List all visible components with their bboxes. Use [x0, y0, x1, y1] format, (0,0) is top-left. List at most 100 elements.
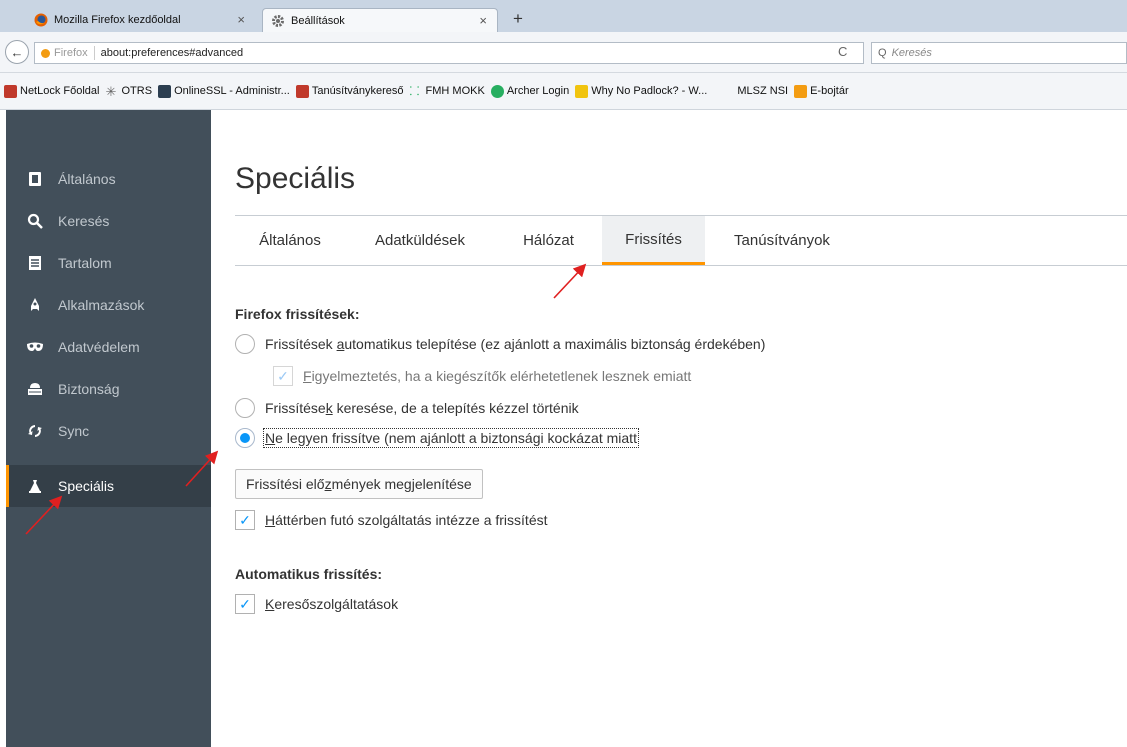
- bookmark-onlinessl[interactable]: OnlineSSL - Administr...: [158, 84, 290, 98]
- search-placeholder: Keresés: [891, 47, 932, 59]
- bookmark-netlock[interactable]: NetLock Főoldal: [4, 84, 100, 98]
- auto-update-heading: Automatikus frissítés:: [235, 566, 383, 582]
- bookmark-e-bojtar[interactable]: E-bojtár: [794, 84, 849, 98]
- advanced-subtabs: Általános Adatküldések Hálózat Frissítés…: [235, 215, 1127, 266]
- bookmark-label: E-bojtár: [810, 85, 849, 97]
- advanced-icon: [26, 477, 44, 495]
- checkbox-label: Háttérben futó szolgáltatás intézze a fr…: [265, 512, 548, 528]
- sidebar-item-sync[interactable]: Sync: [6, 410, 211, 452]
- bookmark-label: Tanúsítványkereső: [311, 85, 404, 97]
- sidebar-item-security[interactable]: Biztonság: [6, 368, 211, 410]
- radio-button[interactable]: [235, 398, 255, 418]
- bookmarks-toolbar: NetLock Főoldal ✳ OTRS OnlineSSL - Admin…: [0, 73, 1127, 110]
- security-icon: [26, 380, 44, 398]
- close-tab-icon[interactable]: ×: [479, 13, 487, 28]
- sidebar-item-label: Tartalom: [58, 255, 112, 271]
- tab-label: Beállítások: [291, 14, 345, 27]
- bookmark-label: MLSZ NSI: [737, 85, 789, 97]
- radio-label: Ne legyen frissítve (nem ajánlott a bizt…: [263, 428, 639, 448]
- radio-label: Frissítések keresése, de a telepítés kéz…: [265, 400, 579, 416]
- otrs-icon: ✳: [105, 83, 117, 99]
- onlinessl-icon: [158, 84, 172, 98]
- search-icon: Q: [878, 47, 887, 59]
- bookmark-label: NetLock Főoldal: [20, 85, 100, 97]
- site-identity[interactable]: Firefox: [41, 47, 88, 59]
- gear-icon: [271, 14, 285, 28]
- sidebar-item-label: Alkalmazások: [58, 297, 145, 313]
- close-tab-icon[interactable]: ×: [237, 12, 245, 27]
- checkbox-label: Figyelmeztetés, ha a kiegészítők elérhet…: [303, 368, 692, 384]
- firefox-logo-icon: [34, 13, 48, 27]
- firefox-updates-heading: Firefox frissítések:: [235, 306, 360, 322]
- bookmark-archer-login[interactable]: Archer Login: [490, 84, 570, 98]
- sidebar-item-label: Biztonság: [58, 381, 120, 397]
- preferences-content: Speciális Általános Adatküldések Hálózat…: [211, 110, 1127, 747]
- page-title: Speciális: [235, 162, 356, 195]
- tab-strip: Mozilla Firefox kezdőoldal × Beállítások…: [0, 0, 1127, 32]
- bookmark-label: Why No Padlock? - W...: [591, 85, 708, 97]
- reload-icon[interactable]: C: [838, 44, 847, 59]
- netlock-icon: [4, 84, 17, 98]
- tab-network[interactable]: Hálózat: [495, 216, 602, 265]
- tab-certificates[interactable]: Tanúsítványok: [705, 216, 859, 265]
- sidebar-item-label: Adatvédelem: [58, 339, 140, 355]
- sidebar-item-privacy[interactable]: Adatvédelem: [6, 326, 211, 368]
- radio-auto-install[interactable]: Frissítések automatikus telepítése (ez a…: [235, 334, 765, 354]
- tab-general[interactable]: Általános: [235, 216, 345, 265]
- sync-icon: [26, 422, 44, 440]
- sidebar-item-search[interactable]: Keresés: [6, 200, 211, 242]
- tab-update[interactable]: Frissítés: [602, 216, 705, 265]
- archer-icon: [490, 84, 504, 98]
- applications-icon: [26, 296, 44, 314]
- content-icon: [26, 254, 44, 272]
- bookmark-tanusitvanykereso[interactable]: Tanúsítványkereső: [295, 84, 404, 98]
- bookmark-why-no-padlock[interactable]: Why No Padlock? - W...: [575, 84, 708, 98]
- radio-button-selected[interactable]: [235, 428, 255, 448]
- firefox-logo-icon: [41, 48, 50, 58]
- bookmark-fmh-mokk[interactable]: ⸬ FMH MOKK: [409, 83, 485, 98]
- checkbox[interactable]: ✓: [235, 594, 255, 614]
- radio-check-manual-install[interactable]: Frissítések keresése, de a telepítés kéz…: [235, 398, 579, 418]
- url-bar[interactable]: Firefox about:preferences#advanced: [34, 42, 864, 64]
- back-button[interactable]: ←: [5, 40, 29, 64]
- fmh-mokk-icon: ⸬: [409, 83, 420, 98]
- blogger-icon: [794, 84, 808, 98]
- url-text: about:preferences#advanced: [100, 47, 244, 59]
- bookmark-label: FMH MOKK: [425, 85, 485, 97]
- tab-settings[interactable]: Beállítások ×: [262, 8, 498, 32]
- checkbox[interactable]: ✓: [273, 366, 293, 386]
- show-update-history-button[interactable]: Frissítési elő z mények megjelenítése: [235, 469, 483, 499]
- checkbox-warn-addons[interactable]: ✓ Figyelmeztetés, ha a kiegészítők elérh…: [273, 366, 691, 386]
- sidebar-item-label: Speciális: [58, 478, 115, 494]
- radio-button[interactable]: [235, 334, 255, 354]
- bookmark-otrs[interactable]: ✳ OTRS: [106, 85, 153, 98]
- general-icon: [26, 170, 44, 188]
- search-input[interactable]: Q Keresés: [871, 42, 1127, 64]
- bookmark-label: Archer Login: [506, 85, 570, 97]
- sidebar-item-label: Keresés: [58, 213, 110, 229]
- radio-never-update[interactable]: Ne legyen frissítve (nem ajánlott a bizt…: [235, 428, 639, 448]
- navigation-bar: ← Firefox about:preferences#advanced C Q…: [0, 32, 1127, 73]
- privacy-mask-icon: [26, 338, 44, 356]
- new-tab-button[interactable]: +: [498, 8, 538, 30]
- checkbox-search-engines[interactable]: ✓ Keresőszolgáltatások: [235, 594, 398, 614]
- preferences-sidebar: Általános Keresés Tartalom Alkalmazások …: [6, 110, 211, 747]
- checkbox[interactable]: ✓: [235, 510, 255, 530]
- tab-label: Mozilla Firefox kezdőoldal: [54, 14, 181, 26]
- tab-firefox-start[interactable]: Mozilla Firefox kezdőoldal ×: [30, 8, 255, 32]
- bookmark-label: OnlineSSL - Administr...: [174, 85, 290, 97]
- sidebar-item-content[interactable]: Tartalom: [6, 242, 211, 284]
- checkbox-label: Keresőszolgáltatások: [265, 596, 399, 612]
- divider: [93, 46, 95, 60]
- sidebar-item-label: Általános: [58, 171, 116, 187]
- sidebar-item-applications[interactable]: Alkalmazások: [6, 284, 211, 326]
- bookmark-label: OTRS: [121, 85, 153, 97]
- checkbox-background-service[interactable]: ✓ Háttérben futó szolgáltatás intézze a …: [235, 510, 548, 530]
- bookmark-mlsz-nsi[interactable]: MLSZ NSI: [737, 85, 788, 97]
- sidebar-item-advanced[interactable]: Speciális: [6, 465, 211, 507]
- padlock-icon: [575, 84, 589, 98]
- tab-data-choices[interactable]: Adatküldések: [345, 216, 495, 265]
- search-icon: [26, 212, 44, 230]
- back-arrow-icon: ←: [10, 44, 24, 60]
- sidebar-item-general[interactable]: Általános: [6, 158, 211, 200]
